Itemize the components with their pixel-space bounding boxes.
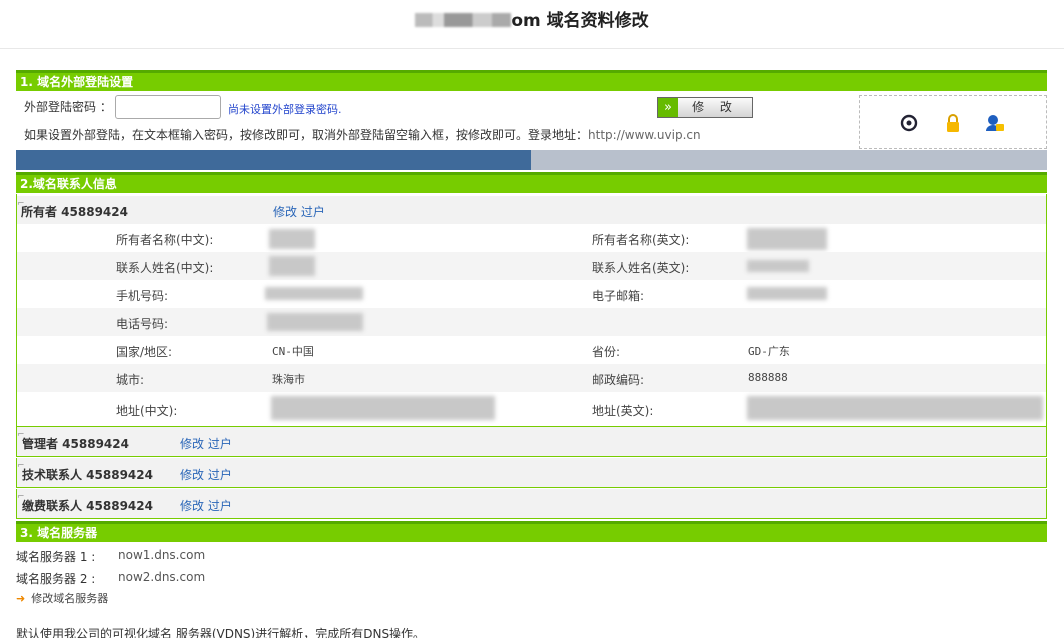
tech-name: 技术联系人 45889424	[22, 468, 153, 482]
redacted-value	[269, 229, 315, 249]
section-dns-header: 3. 域名服务器	[16, 521, 1047, 542]
owner-transfer-link[interactable]: 过户	[301, 205, 325, 219]
owner-edit-link[interactable]: 修改	[273, 205, 297, 219]
contact-row: 国家/地区: CN-中国 省份: GD-广东	[17, 336, 1046, 364]
redacted-value	[269, 256, 315, 276]
progress-bar-track	[531, 150, 1047, 170]
contact-row: 电话号码:	[17, 308, 1046, 336]
page-title: om 域名资料修改	[0, 6, 1064, 31]
progress-bar-fill	[16, 150, 531, 170]
edit-password-button[interactable]: » 修 改	[657, 97, 753, 118]
redacted-value	[747, 287, 827, 300]
page-title-text: om 域名资料修改	[511, 11, 649, 31]
dns-footer-note: 默认使用我公司的可视化域名 服务器(VDNS)进行解析，完成所有DNS操作。	[16, 627, 426, 638]
field-label: 地址(中文):	[116, 404, 178, 418]
field-label: 省份:	[592, 345, 621, 359]
modify-dns-link[interactable]: ➜ 修改域名服务器	[16, 590, 108, 606]
field-label: 国家/地区:	[116, 345, 173, 359]
field-label: 电话号码:	[116, 317, 169, 331]
admin-edit-link[interactable]: 修改	[180, 437, 204, 451]
action-icon-panel	[859, 95, 1047, 149]
divider	[0, 48, 1064, 49]
ns2-value: now2.dns.com	[118, 570, 206, 584]
login-help-text: 如果设置外部登陆，在文本框输入密码，按修改即可，取消外部登陆留空输入框，按修改即…	[24, 126, 701, 143]
password-status-note: 尚未设置外部登录密码.	[228, 103, 342, 116]
contact-row: 地址(中文): 地址(英文):	[17, 392, 1046, 426]
country-value: CN-中国	[272, 345, 314, 358]
edit-button-label: 修 改	[692, 100, 738, 114]
contact-row: 手机号码: 电子邮箱:	[17, 280, 1046, 308]
section-contacts-header: 2.域名联系人信息	[16, 172, 1047, 193]
field-label: 城市:	[116, 373, 145, 387]
ns1-value: now1.dns.com	[118, 548, 206, 562]
login-url[interactable]: http://www.uvip.cn	[588, 128, 701, 142]
province-value: GD-广东	[748, 345, 790, 358]
ns1-label: 域名服务器 1 :	[16, 550, 96, 564]
redacted-value	[265, 287, 363, 300]
redacted-domain	[415, 13, 512, 27]
password-label: 外部登陆密码 ：	[24, 100, 112, 114]
contact-row: 城市: 珠海市 邮政编码: 888888	[17, 364, 1046, 392]
lock-icon[interactable]	[943, 113, 963, 133]
field-label: 邮政编码:	[592, 373, 645, 387]
tech-transfer-link[interactable]: 过户	[208, 468, 232, 482]
field-label: 联系人姓名(中文):	[116, 261, 214, 275]
billing-edit-link[interactable]: 修改	[180, 499, 204, 513]
redacted-value	[271, 396, 495, 420]
field-label: 手机号码:	[116, 289, 169, 303]
login-help-body: 如果设置外部登陆，在文本框输入密码，按修改即可，取消外部登陆留空输入框，按修改即…	[24, 128, 589, 142]
owner-header: ⌐ 所有者 45889424 修改 过户	[17, 196, 1046, 224]
owner-name: 所有者 45889424	[21, 205, 128, 219]
tech-header: ⌐ 技术联系人 45889424 修改 过户	[16, 458, 1047, 488]
admin-header: ⌐ 管理者 45889424 修改 过户	[16, 427, 1047, 457]
admin-transfer-link[interactable]: 过户	[208, 437, 232, 451]
arrow-right-icon: ➜	[16, 592, 26, 605]
ns2-label: 域名服务器 2 :	[16, 572, 96, 586]
refresh-icon[interactable]	[899, 113, 919, 133]
redacted-value	[747, 260, 809, 272]
tech-edit-link[interactable]: 修改	[180, 468, 204, 482]
user-lock-icon[interactable]	[985, 113, 1005, 133]
field-label: 所有者名称(中文):	[116, 233, 214, 247]
double-chevron-icon: »	[658, 98, 678, 117]
contact-row: 所有者名称(中文): 所有者名称(英文):	[17, 224, 1046, 252]
field-label: 所有者名称(英文):	[592, 233, 690, 247]
redacted-value	[267, 313, 363, 331]
password-input[interactable]	[115, 95, 221, 119]
admin-name: 管理者 45889424	[22, 437, 129, 451]
field-label: 联系人姓名(英文):	[592, 261, 690, 275]
contact-row: 联系人姓名(中文): 联系人姓名(英文):	[17, 252, 1046, 280]
field-label: 地址(英文):	[592, 404, 654, 418]
redacted-value	[747, 228, 827, 250]
section-login-header: 1. 域名外部登陆设置	[16, 70, 1047, 91]
city-value: 珠海市	[272, 373, 305, 386]
field-label: 电子邮箱:	[592, 289, 645, 303]
zip-value: 888888	[748, 371, 788, 384]
billing-header: ⌐ 缴费联系人 45889424 修改 过户	[16, 489, 1047, 519]
billing-transfer-link[interactable]: 过户	[208, 499, 232, 513]
modify-dns-label: 修改域名服务器	[31, 592, 109, 605]
billing-name: 缴费联系人 45889424	[22, 499, 153, 513]
redacted-value	[747, 396, 1043, 420]
